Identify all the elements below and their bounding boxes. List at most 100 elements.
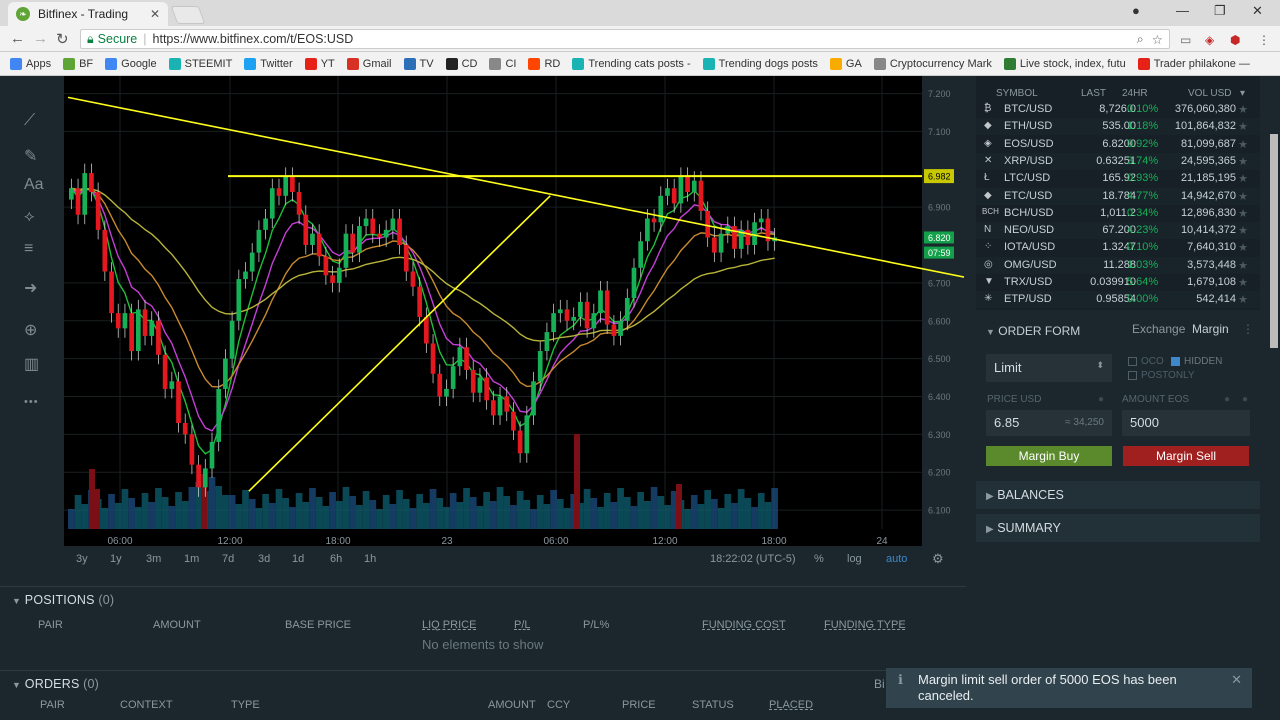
bookmark-item[interactable]: Cryptocurrency Mark bbox=[873, 57, 992, 70]
positions-col-pair[interactable]: PAIR bbox=[38, 619, 63, 631]
bookmark-item[interactable]: Google bbox=[105, 57, 157, 70]
ticker-header-change[interactable]: 24HR bbox=[1122, 88, 1148, 99]
orders-col-ccy[interactable]: CCY bbox=[547, 699, 570, 711]
ticker-row[interactable]: ◎ OMG/USD 11.288 1.03% 3,573,448 ★ bbox=[976, 256, 1260, 274]
close-tab-icon[interactable]: ✕ bbox=[150, 7, 160, 21]
ticker-row[interactable]: N NEO/USD 67.200 4.23% 10,414,372 ★ bbox=[976, 222, 1260, 240]
menu-dots-icon[interactable]: ⋮ bbox=[1258, 33, 1270, 47]
positions-col-liq-price[interactable]: LIQ PRICE bbox=[422, 619, 476, 631]
orders-col-pair[interactable]: PAIR bbox=[40, 699, 65, 711]
ticker-row[interactable]: ◈ EOS/USD 6.8200 0.92% 81,099,687 ★ bbox=[976, 136, 1260, 153]
bookmark-item[interactable]: Live stock, index, futu bbox=[1003, 57, 1126, 70]
zoom-icon[interactable]: ⊕ bbox=[24, 320, 37, 340]
ticker-row[interactable]: ✳ ETP/USD 0.95854 0.00% 542,414 ★ bbox=[976, 291, 1260, 309]
reload-icon[interactable]: ↻ bbox=[56, 30, 69, 48]
orders-col-placed[interactable]: PLACED bbox=[769, 699, 813, 711]
orders-col-type[interactable]: TYPE bbox=[231, 699, 260, 711]
price-input[interactable]: 6.85 ≈ 34,250 bbox=[986, 410, 1112, 436]
oco-checkbox[interactable]: OCO bbox=[1128, 356, 1164, 367]
orders-col-price[interactable]: PRICE bbox=[622, 699, 656, 711]
chart-option-log[interactable]: log bbox=[847, 553, 862, 565]
new-tab-button[interactable] bbox=[170, 6, 206, 24]
bookmark-star-icon[interactable]: ☆ bbox=[1152, 32, 1163, 47]
profile-icon[interactable]: ● bbox=[1132, 3, 1140, 18]
timeframe-1h[interactable]: 1h bbox=[364, 553, 376, 565]
favorite-star-icon[interactable]: ★ bbox=[1238, 138, 1248, 151]
timeframe-7d[interactable]: 7d bbox=[222, 553, 234, 565]
price-chart[interactable]: 7.200 7.100 6.982 6.900 6.820 07:59 6.700 6.600… bbox=[64, 76, 964, 546]
hidden-checkbox[interactable]: HIDDEN bbox=[1171, 356, 1222, 367]
order-form-header[interactable]: ▼ ORDER FORM bbox=[986, 324, 1080, 338]
favorite-star-icon[interactable]: ★ bbox=[1238, 190, 1248, 203]
timeframe-3m[interactable]: 3m bbox=[146, 553, 161, 565]
ticker-row[interactable]: BCH BCH/USD 1,011.2 0.34% 12,896,830 ★ bbox=[976, 205, 1260, 222]
page-scrollbar[interactable] bbox=[1268, 76, 1280, 720]
ticker-row[interactable]: Ł LTC/USD 165.92 0.93% 21,185,195 ★ bbox=[976, 170, 1260, 187]
positions-col-amount[interactable]: AMOUNT bbox=[153, 619, 201, 631]
bookmark-item[interactable]: BF bbox=[63, 57, 93, 70]
orders-header[interactable]: ▼ ORDERS (0) bbox=[12, 677, 99, 691]
margin-sell-button[interactable]: Margin Sell bbox=[1123, 446, 1249, 466]
minimize-icon[interactable]: — bbox=[1176, 3, 1189, 18]
more-icon[interactable]: ••• bbox=[24, 396, 39, 408]
forward-icon[interactable]: → bbox=[33, 30, 48, 47]
amount-input[interactable]: 5000 bbox=[1122, 410, 1250, 436]
chart-option-%[interactable]: % bbox=[814, 553, 824, 565]
positions-col-funding-cost[interactable]: FUNDING COST bbox=[702, 619, 786, 631]
ticker-row[interactable]: ▼ TRX/USD 0.039910 5.64% 1,679,108 ★ bbox=[976, 274, 1260, 291]
url-field[interactable]: 🔒︎ Secure | https://www.bitfinex.com/t/E… bbox=[80, 29, 1170, 49]
adblock-icon[interactable]: ⬢ bbox=[1230, 33, 1240, 47]
bookmark-item[interactable]: Gmail bbox=[346, 57, 392, 70]
summary-header[interactable]: ▶ SUMMARY bbox=[976, 514, 1260, 542]
scrollbar-thumb[interactable] bbox=[1270, 134, 1278, 348]
positions-col-p-l-[interactable]: P/L% bbox=[583, 619, 609, 631]
text-tool-icon[interactable]: Aa bbox=[24, 176, 44, 194]
timeframe-3d[interactable]: 3d bbox=[258, 553, 270, 565]
timeframe-3y[interactable]: 3y bbox=[76, 553, 88, 565]
bookmark-item[interactable]: STEEMIT bbox=[168, 57, 232, 70]
favorite-star-icon[interactable]: ★ bbox=[1238, 276, 1248, 289]
margin-buy-button[interactable]: Margin Buy bbox=[986, 446, 1112, 466]
maximize-icon[interactable]: ❐ bbox=[1214, 3, 1226, 19]
bookmark-item[interactable]: Trader philakone — bbox=[1137, 57, 1250, 70]
ticker-row[interactable]: ◆ ETH/USD 535.00 1.18% 101,864,832 ★ bbox=[976, 118, 1260, 136]
cast-icon[interactable]: ▭ bbox=[1180, 33, 1191, 47]
bookmark-item[interactable]: CI bbox=[489, 57, 516, 70]
back-arrow-icon[interactable]: ➜ bbox=[24, 278, 37, 298]
tab-margin[interactable]: Margin bbox=[1192, 322, 1229, 336]
ticker-row[interactable]: ₿ BTC/USD 8,726.0 0.10% 376,060,380 ★ bbox=[976, 101, 1260, 118]
positions-header[interactable]: ▼ POSITIONS (0) bbox=[12, 593, 114, 607]
tab-exchange[interactable]: Exchange bbox=[1132, 322, 1185, 336]
balances-header[interactable]: ▶ BALANCES bbox=[976, 481, 1260, 509]
ticker-sort-icon[interactable]: ▾ bbox=[1240, 88, 1245, 99]
zoom-search-icon[interactable]: ⌕ bbox=[1137, 32, 1144, 47]
bookmark-item[interactable]: YT bbox=[304, 57, 335, 70]
ticker-header-symbol[interactable]: SYMBOL bbox=[996, 88, 1038, 99]
bookmark-item[interactable]: CD bbox=[445, 57, 477, 70]
orders-col-amount[interactable]: AMOUNT bbox=[488, 699, 536, 711]
favorite-star-icon[interactable]: ★ bbox=[1238, 241, 1248, 254]
bookmark-item[interactable]: RD bbox=[528, 57, 560, 70]
pen-icon[interactable]: ✎ bbox=[24, 146, 37, 166]
orders-col-status[interactable]: STATUS bbox=[692, 699, 734, 711]
positions-col-funding-type[interactable]: FUNDING TYPE bbox=[824, 619, 906, 631]
browser-tab[interactable]: ❧ Bitfinex - Trading ✕ bbox=[8, 2, 168, 26]
back-icon[interactable]: ← bbox=[10, 30, 25, 47]
positions-col-base-price[interactable]: BASE PRICE bbox=[285, 619, 351, 631]
chart-settings-gear-icon[interactable]: ⚙ bbox=[932, 551, 944, 567]
chart-option-auto[interactable]: auto bbox=[886, 553, 907, 565]
timeframe-6h[interactable]: 6h bbox=[330, 553, 342, 565]
orders-col-context[interactable]: CONTEXT bbox=[120, 699, 173, 711]
bookmark-item[interactable]: GA bbox=[829, 57, 862, 70]
favorite-star-icon[interactable]: ★ bbox=[1238, 120, 1248, 133]
ticker-row[interactable]: ✕ XRP/USD 0.63251 3.74% 24,595,365 ★ bbox=[976, 152, 1260, 170]
favorite-star-icon[interactable]: ★ bbox=[1238, 172, 1248, 185]
close-notification-icon[interactable]: ✕ bbox=[1231, 672, 1242, 688]
close-window-icon[interactable]: ✕ bbox=[1252, 3, 1263, 19]
bookmark-item[interactable]: TV bbox=[403, 57, 434, 70]
ticker-row[interactable]: ⁘ IOTA/USD 1.3247 0.10% 7,640,310 ★ bbox=[976, 239, 1260, 256]
pattern-tool-icon[interactable]: ⟡ bbox=[24, 208, 35, 226]
favorite-star-icon[interactable]: ★ bbox=[1238, 259, 1248, 272]
positions-col-p-l[interactable]: P/L bbox=[514, 619, 531, 631]
favorite-star-icon[interactable]: ★ bbox=[1238, 207, 1248, 220]
